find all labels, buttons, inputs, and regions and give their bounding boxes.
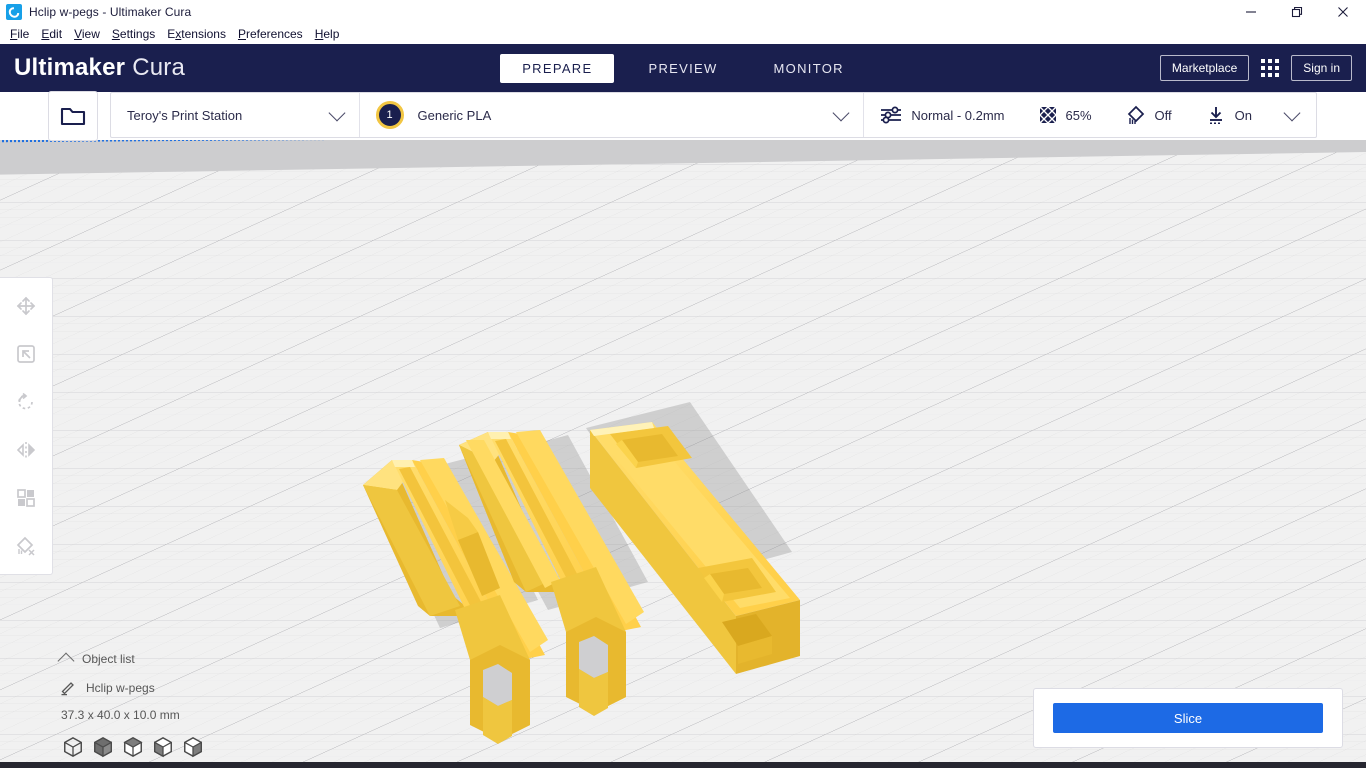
quality-value: Normal - 0.2mm [911, 107, 1005, 123]
slice-button[interactable]: Slice [1053, 703, 1323, 733]
cura-window: Hclip w-pegs - Ultimaker Cura File Edit [0, 0, 1366, 768]
cura-logo-icon [6, 4, 22, 20]
view-3d-icon[interactable] [62, 736, 84, 758]
mirror-icon [16, 442, 36, 458]
object-name: Hclip w-pegs [86, 681, 155, 695]
mirror-tool[interactable] [0, 426, 52, 474]
menu-view[interactable]: View [68, 25, 106, 43]
pencil-icon [61, 682, 74, 696]
camera-view-buttons [62, 736, 204, 758]
support-blocker-icon [16, 536, 35, 556]
infill-setting[interactable]: 65% [1039, 106, 1092, 124]
scale-icon [17, 345, 35, 363]
build-plate-scene [0, 140, 1366, 762]
scale-tool[interactable] [0, 330, 52, 378]
chevron-down-icon [832, 104, 850, 121]
slice-panel: Slice [1033, 688, 1343, 748]
support-icon [1127, 105, 1144, 124]
support-setting[interactable]: Off [1126, 105, 1172, 125]
bottom-strip [0, 762, 1366, 768]
menu-extensions[interactable]: Extensions [161, 25, 232, 43]
object-dimensions: 37.3 x 40.0 x 10.0 mm [61, 708, 180, 722]
quality-profile[interactable]: Normal - 0.2mm [880, 106, 1005, 124]
grid-apps-icon[interactable] [1261, 59, 1280, 77]
view-right-icon[interactable] [182, 736, 204, 758]
adhesion-icon [1209, 107, 1222, 125]
chevron-down-icon [1283, 104, 1301, 121]
rotate-tool[interactable] [0, 378, 52, 426]
object-list-header[interactable]: Object list [57, 648, 204, 670]
window-title: Hclip w-pegs - Ultimaker Cura [29, 5, 192, 19]
open-file-button[interactable] [48, 91, 98, 141]
printer-selector[interactable]: Teroy's Print Station [111, 93, 360, 137]
object-list-item[interactable]: Hclip w-pegs [60, 677, 204, 699]
close-button[interactable] [1320, 0, 1366, 24]
restore-button[interactable] [1274, 0, 1320, 24]
title-bar: Hclip w-pegs - Ultimaker Cura [0, 0, 1366, 24]
chevron-up-icon [57, 652, 75, 670]
view-top-icon[interactable] [122, 736, 144, 758]
configuration-bar: Teroy's Print Station 1 Generic PLA Norm… [110, 92, 1317, 138]
app-header: Ultimaker Cura PREPARE PREVIEW MONITOR Ma… [0, 44, 1366, 92]
menu-preferences[interactable]: Preferences [232, 25, 309, 43]
infill-value: 65% [1065, 107, 1092, 123]
sign-in-button[interactable]: Sign in [1291, 55, 1352, 81]
adhesion-setting[interactable]: On [1206, 105, 1252, 125]
view-front-icon[interactable] [92, 736, 114, 758]
rotate-icon [18, 392, 33, 410]
folder-open-icon [60, 107, 86, 126]
infill-crosshatch-icon [1039, 106, 1056, 124]
per-model-settings-tool[interactable] [0, 474, 52, 522]
adhesion-value: On [1234, 107, 1252, 123]
printer-name: Teroy's Print Station [127, 107, 243, 123]
chevron-down-icon [328, 104, 346, 121]
menu-bar: File Edit View Settings Extensions Prefe… [0, 24, 1366, 44]
material-selector[interactable]: 1 Generic PLA [360, 93, 865, 137]
move-arrows-icon [16, 296, 36, 316]
menu-help[interactable]: Help [309, 25, 346, 43]
tab-monitor[interactable]: MONITOR [752, 54, 866, 83]
material-name: Generic PLA [417, 107, 492, 123]
minimize-button[interactable] [1228, 0, 1274, 24]
view-left-icon[interactable] [152, 736, 174, 758]
menu-edit[interactable]: Edit [35, 25, 68, 43]
print-settings-sliders-icon [881, 106, 902, 124]
per-model-settings-icon [17, 489, 35, 507]
object-list-panel: Object list Hclip w-pegs 37.3 x 40.0 x 1… [57, 648, 204, 758]
model-tools-toolbar [0, 277, 53, 575]
extruder-1-badge: 1 [375, 101, 404, 129]
tab-preview[interactable]: PREVIEW [626, 54, 739, 83]
window-controls [1228, 0, 1366, 24]
object-list-label: Object list [82, 652, 135, 666]
menu-file[interactable]: File [4, 25, 35, 43]
3d-viewport[interactable] [0, 140, 1366, 762]
print-settings-selector[interactable]: Normal - 0.2mm 65% Off On [864, 93, 1316, 137]
header-actions: Marketplace Sign in [1159, 44, 1352, 92]
marketplace-button[interactable]: Marketplace [1159, 55, 1250, 81]
move-tool[interactable] [0, 282, 52, 330]
support-value: Off [1154, 107, 1172, 123]
menu-settings[interactable]: Settings [106, 25, 161, 43]
tab-prepare[interactable]: PREPARE [500, 53, 615, 83]
support-blocker-tool[interactable] [0, 522, 52, 570]
